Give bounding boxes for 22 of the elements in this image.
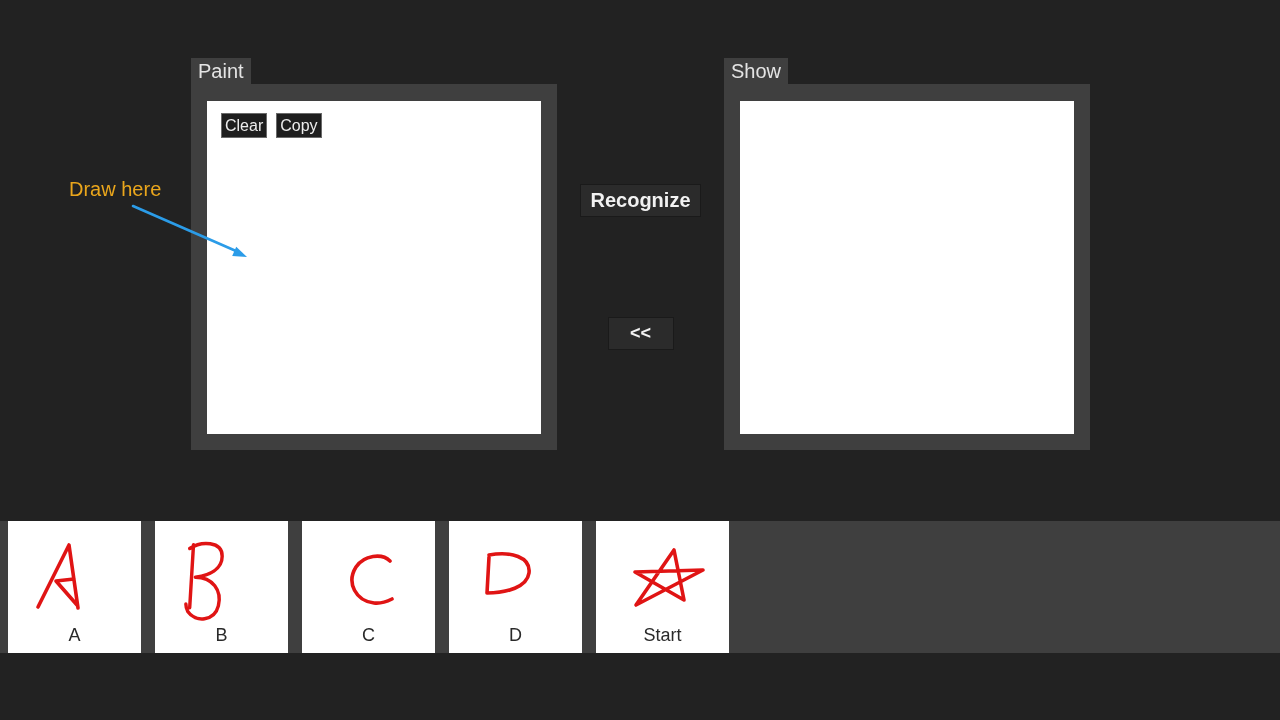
recognize-button[interactable]: Recognize [580,184,701,217]
sample-tile[interactable]: D [449,521,582,653]
sample-tile[interactable]: C [302,521,435,653]
sample-tile[interactable]: Start [596,521,729,653]
letter-d-icon [484,549,532,597]
letter-a-icon [35,542,81,611]
transfer-button[interactable]: << [607,317,674,350]
canvas-tool-button[interactable]: Copy [276,113,322,138]
tile-label: A [68,624,81,646]
tile-label: Start [643,624,682,646]
canvas-tool-button[interactable]: Clear [221,113,268,138]
panel-title: Show [724,58,789,84]
star-icon [631,546,706,609]
tile-label: C [362,624,375,646]
tile-label: B [215,624,228,646]
letter-c-icon [347,552,395,607]
sample-tile[interactable]: A [8,521,141,653]
annotation-text: Draw here [69,177,162,201]
sample-tile[interactable]: B [155,521,288,653]
panel-title: Paint [191,58,251,84]
tile-label: D [509,624,522,646]
drawing-canvas[interactable]: Clear Copy [207,101,541,434]
